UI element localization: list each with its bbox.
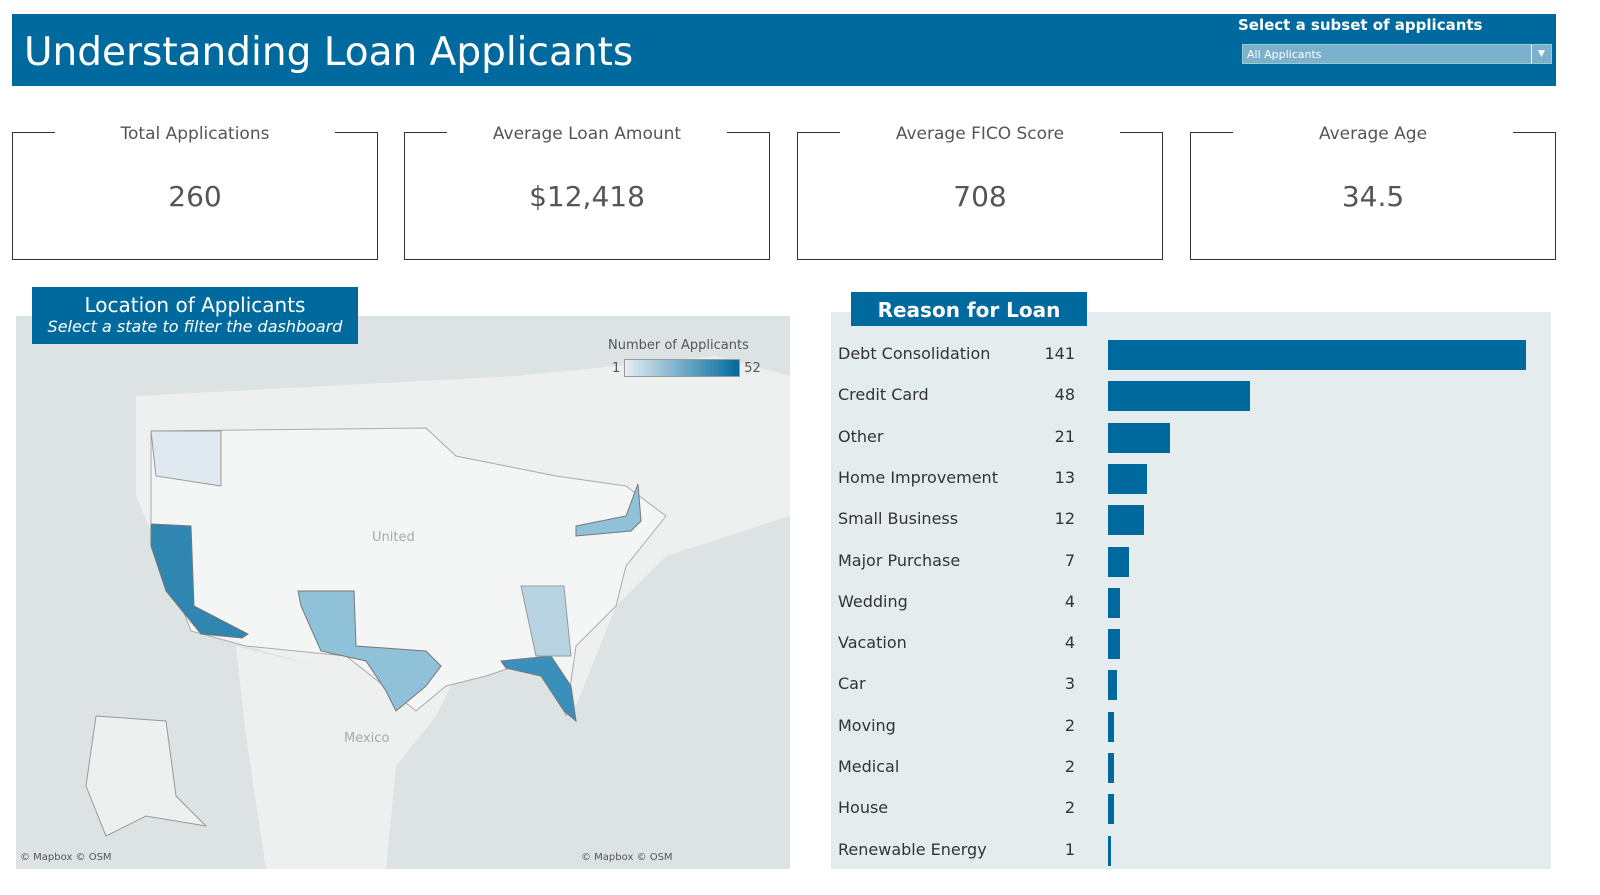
kpi-label: Average Age xyxy=(1318,124,1428,144)
legend-gradient xyxy=(624,359,741,377)
bar-value: 1 xyxy=(1064,839,1075,859)
bar-label: Debt Consolidation xyxy=(838,344,991,363)
reason-chart-title: Reason for Loan xyxy=(851,292,1087,326)
bar[interactable] xyxy=(1108,794,1114,825)
subset-filter-label: Select a subset of applicants xyxy=(1238,16,1483,34)
bar-row[interactable]: Major Purchase 7 xyxy=(831,546,1551,577)
kpi-average-loan-amount: Average Loan Amount $12,418 xyxy=(404,124,770,260)
bar[interactable] xyxy=(1108,629,1120,660)
kpi-value: 260 xyxy=(168,180,222,213)
bar[interactable] xyxy=(1108,711,1114,742)
bar[interactable] xyxy=(1108,587,1120,618)
bar-value: 141 xyxy=(1044,344,1075,363)
bar-value: 48 xyxy=(1054,385,1075,405)
bar-label: Car xyxy=(838,674,866,694)
bar-label: Moving xyxy=(838,715,896,735)
bar-value: 2 xyxy=(1064,757,1075,776)
kpi-average-age: Average Age 34.5 xyxy=(1190,124,1556,260)
bar-row[interactable]: Home Improvement 13 xyxy=(831,463,1551,494)
bar-row[interactable]: Debt Consolidation 141 xyxy=(831,340,1551,370)
bar[interactable] xyxy=(1108,340,1526,370)
bar-label: Wedding xyxy=(838,591,908,611)
bar[interactable] xyxy=(1108,505,1144,536)
bar[interactable] xyxy=(1108,381,1251,412)
dashboard-header: Understanding Loan Applicants Select a s… xyxy=(12,14,1556,86)
bar-label: Renewable Energy xyxy=(838,839,987,859)
bar[interactable] xyxy=(1108,835,1111,866)
bar-row[interactable]: Moving 2 xyxy=(831,711,1551,742)
map-title: Location of Applicants xyxy=(84,293,306,317)
map-canvas[interactable] xyxy=(16,316,790,869)
bar[interactable] xyxy=(1108,422,1171,453)
bar-value: 2 xyxy=(1064,715,1075,735)
bar-label: Other xyxy=(838,426,884,446)
bar[interactable] xyxy=(1108,546,1129,577)
bar-row[interactable]: Credit Card 48 xyxy=(831,381,1551,412)
bar-row[interactable]: Car 3 xyxy=(831,670,1551,701)
map-title-panel: Location of Applicants Select a state to… xyxy=(32,287,358,344)
kpi-value: 34.5 xyxy=(1341,180,1405,213)
bar-value: 12 xyxy=(1054,509,1075,529)
bar-value: 2 xyxy=(1064,798,1075,818)
bar-label: Vacation xyxy=(838,633,907,653)
kpi-value: 708 xyxy=(953,180,1007,213)
map-legend: Number of Applicants 1 52 xyxy=(608,338,761,377)
bar-label: Credit Card xyxy=(838,385,929,405)
bar-value: 21 xyxy=(1054,426,1075,446)
reason-for-loan-chart: Debt Consolidation 141 Credit Card 48 Other 2… xyxy=(831,312,1551,869)
bar-value: 4 xyxy=(1064,591,1075,611)
kpi-average-fico-score: Average FICO Score 708 xyxy=(797,124,1163,260)
legend-title: Number of Applicants xyxy=(608,338,749,353)
bar-label: House xyxy=(838,798,889,818)
kpi-total-applications: Total Applications 260 xyxy=(12,124,378,260)
bar-label: Major Purchase xyxy=(838,550,961,570)
subset-filter-dropdown[interactable]: All Applicants ▼ xyxy=(1242,44,1552,64)
bar-row[interactable]: Wedding 4 xyxy=(831,587,1551,618)
bar-value: 4 xyxy=(1064,633,1075,653)
kpi-label: Average Loan Amount xyxy=(492,124,682,144)
map-label-mexico: Mexico xyxy=(344,731,390,746)
bar-value: 7 xyxy=(1064,550,1075,570)
map-credit: © Mapbox © OSM xyxy=(20,852,112,863)
applicant-location-map[interactable]: © Mapbox © OSM © Mapbox © OSM United Mex… xyxy=(16,316,790,869)
map-subtitle: Select a state to filter the dashboard xyxy=(47,317,343,336)
bar-row[interactable]: Other 21 xyxy=(831,422,1551,453)
map-credit: © Mapbox © OSM xyxy=(581,852,673,863)
bar-row[interactable]: Vacation 4 xyxy=(831,629,1551,660)
bar-row[interactable]: Medical 2 xyxy=(831,753,1551,783)
legend-min: 1 xyxy=(612,360,621,376)
kpi-label: Average FICO Score xyxy=(895,124,1065,144)
bar-label: Small Business xyxy=(838,509,959,529)
kpi-value: $12,418 xyxy=(529,180,645,213)
kpi-label: Total Applications xyxy=(120,124,270,144)
bar-value: 13 xyxy=(1054,467,1075,487)
bar-value: 3 xyxy=(1064,674,1075,694)
bar[interactable] xyxy=(1108,670,1117,701)
bar-row[interactable]: Small Business 12 xyxy=(831,505,1551,536)
bar-row[interactable]: House 2 xyxy=(831,794,1551,825)
bar-label: Home Improvement xyxy=(838,467,998,487)
dashboard-title: Understanding Loan Applicants xyxy=(24,30,634,75)
map-label-us: United xyxy=(372,530,415,545)
bar-label: Medical xyxy=(838,757,900,776)
bar[interactable] xyxy=(1108,753,1114,783)
chevron-down-icon[interactable]: ▼ xyxy=(1531,45,1551,63)
bar-row[interactable]: Renewable Energy 1 xyxy=(831,835,1551,866)
legend-max: 52 xyxy=(744,360,761,376)
bar[interactable] xyxy=(1108,463,1147,494)
subset-filter-value: All Applicants xyxy=(1247,48,1322,61)
